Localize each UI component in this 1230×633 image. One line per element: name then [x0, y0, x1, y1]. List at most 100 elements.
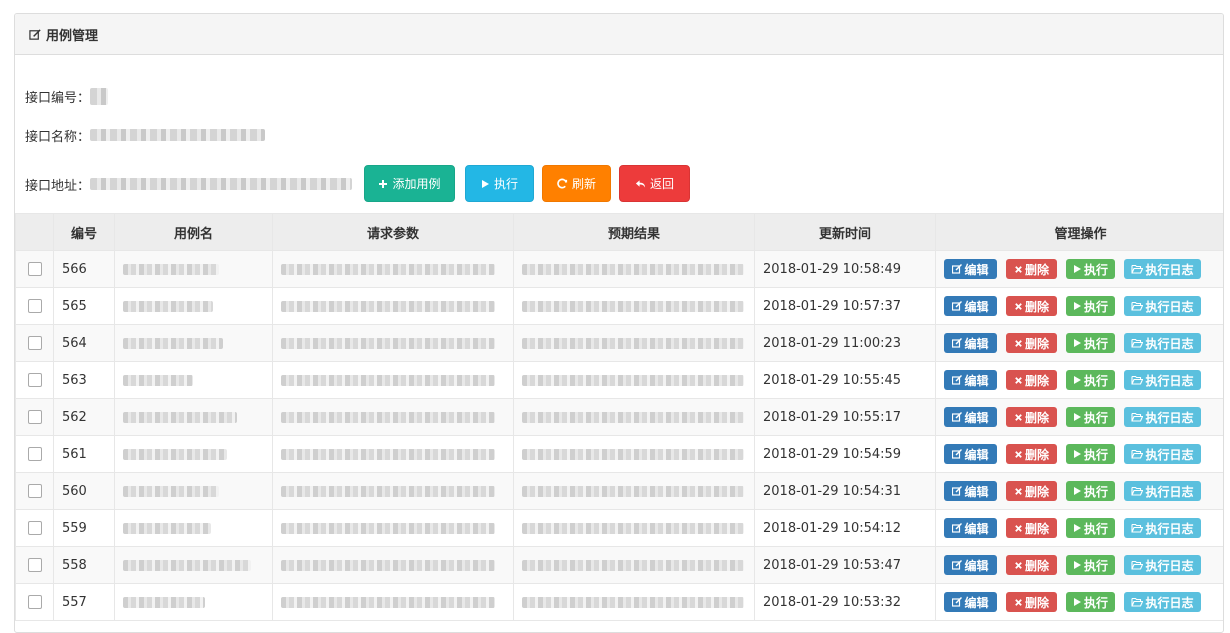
run-case-button[interactable]: 执行 — [1066, 259, 1115, 279]
run-case-button[interactable]: 执行 — [1066, 481, 1115, 501]
run-log-button[interactable]: 执行日志 — [1124, 370, 1201, 390]
delete-button[interactable]: 删除 — [1006, 518, 1057, 538]
run-case-button[interactable]: 执行 — [1066, 407, 1115, 427]
table-header-row: 编号 用例名 请求参数 预期结果 更新时间 管理操作 — [15, 213, 1223, 251]
actions-cell: 编辑 删除 执行 执行日志 — [935, 324, 1223, 362]
run-case-button[interactable]: 执行 — [1066, 555, 1115, 575]
run-button[interactable]: 执行 — [465, 165, 534, 202]
play-icon — [1073, 523, 1082, 533]
actions-cell: 编辑 删除 执行 执行日志 — [935, 509, 1223, 547]
run-case-button[interactable]: 执行 — [1066, 592, 1115, 612]
edit-button[interactable]: 编辑 — [944, 333, 997, 353]
table-row: 561 2018-01-29 10:54:59 编辑 删除 执行 执行日志 — [15, 435, 1223, 473]
run-log-label: 执行日志 — [1145, 484, 1194, 499]
row-checkbox-cell — [15, 398, 54, 436]
delete-label: 删除 — [1024, 262, 1049, 277]
interface-url-value — [90, 178, 353, 190]
panel-header: 用例管理 — [15, 14, 1223, 55]
delete-button[interactable]: 删除 — [1006, 407, 1057, 427]
case-name-value — [123, 411, 237, 423]
run-case-button[interactable]: 执行 — [1066, 444, 1115, 464]
row-checkbox[interactable] — [27, 484, 42, 498]
run-log-button[interactable]: 执行日志 — [1124, 555, 1201, 575]
row-checkbox[interactable] — [27, 262, 42, 276]
delete-button[interactable]: 删除 — [1006, 555, 1057, 575]
row-checkbox[interactable] — [27, 521, 42, 535]
run-log-button[interactable]: 执行日志 — [1124, 481, 1201, 501]
request-params-value — [281, 559, 495, 571]
row-checkbox[interactable] — [27, 373, 42, 387]
run-case-label: 执行 — [1083, 595, 1108, 610]
edit-label: 编辑 — [964, 373, 989, 388]
edit-label: 编辑 — [964, 447, 989, 462]
row-checkbox-cell — [15, 546, 54, 584]
run-case-button[interactable]: 执行 — [1066, 296, 1115, 316]
edit-button[interactable]: 编辑 — [944, 370, 997, 390]
edit-label: 编辑 — [964, 262, 989, 277]
delete-button[interactable]: 删除 — [1006, 481, 1057, 501]
delete-button[interactable]: 删除 — [1006, 296, 1057, 316]
run-log-button[interactable]: 执行日志 — [1124, 592, 1201, 612]
edit-button[interactable]: 编辑 — [944, 518, 997, 538]
edit-button[interactable]: 编辑 — [944, 444, 997, 464]
expected-result-cell — [513, 250, 755, 288]
row-checkbox[interactable] — [27, 299, 42, 313]
header-actions: 管理操作 — [935, 213, 1223, 251]
run-case-button[interactable]: 执行 — [1066, 370, 1115, 390]
run-case-button[interactable]: 执行 — [1066, 333, 1115, 353]
row-checkbox[interactable] — [27, 558, 42, 572]
back-button[interactable]: 返回 — [619, 165, 690, 202]
add-case-button[interactable]: 添加用例 — [364, 165, 455, 202]
case-name-value — [123, 596, 205, 608]
request-params-value — [281, 448, 495, 460]
run-log-button[interactable]: 执行日志 — [1124, 444, 1201, 464]
case-name-value — [123, 300, 213, 312]
case-id: 563 — [53, 361, 115, 399]
folder-open-icon — [1131, 301, 1144, 311]
select-all-header — [15, 213, 54, 251]
expected-result-cell — [513, 583, 755, 621]
run-case-button[interactable]: 执行 — [1066, 518, 1115, 538]
refresh-button[interactable]: 刷新 — [542, 165, 611, 202]
run-log-button[interactable]: 执行日志 — [1124, 407, 1201, 427]
run-case-label: 执行 — [1083, 558, 1108, 573]
expected-result-cell — [513, 472, 755, 510]
folder-open-icon — [1131, 597, 1144, 607]
row-checkbox[interactable] — [27, 447, 42, 461]
folder-open-icon — [1131, 449, 1144, 459]
edit-button[interactable]: 编辑 — [944, 481, 997, 501]
run-log-button[interactable]: 执行日志 — [1124, 296, 1201, 316]
run-case-label: 执行 — [1083, 484, 1108, 499]
row-checkbox[interactable] — [27, 595, 42, 609]
add-case-label: 添加用例 — [392, 177, 441, 191]
case-name-cell — [114, 287, 273, 325]
case-id: 559 — [53, 509, 115, 547]
delete-button[interactable]: 删除 — [1006, 333, 1057, 353]
delete-button[interactable]: 删除 — [1006, 444, 1057, 464]
run-log-button[interactable]: 执行日志 — [1124, 333, 1201, 353]
run-log-label: 执行日志 — [1145, 595, 1194, 610]
edit-button[interactable]: 编辑 — [944, 296, 997, 316]
edit-button[interactable]: 编辑 — [944, 592, 997, 612]
case-name-cell — [114, 398, 273, 436]
run-log-button[interactable]: 执行日志 — [1124, 518, 1201, 538]
row-checkbox-cell — [15, 361, 54, 399]
folder-open-icon — [1131, 338, 1144, 348]
delete-label: 删除 — [1024, 521, 1049, 536]
run-log-button[interactable]: 执行日志 — [1124, 259, 1201, 279]
folder-open-icon — [1131, 486, 1144, 496]
delete-button[interactable]: 删除 — [1006, 259, 1057, 279]
expected-result-value — [522, 559, 744, 571]
edit-button[interactable]: 编辑 — [944, 555, 997, 575]
edit-button[interactable]: 编辑 — [944, 259, 997, 279]
edit-button[interactable]: 编辑 — [944, 407, 997, 427]
expected-result-cell — [513, 398, 755, 436]
row-checkbox-cell — [15, 324, 54, 362]
table-row: 562 2018-01-29 10:55:17 编辑 删除 执行 执行日志 — [15, 398, 1223, 436]
interface-url-label: 接口地址： — [25, 178, 91, 194]
row-checkbox[interactable] — [27, 336, 42, 350]
row-checkbox[interactable] — [27, 410, 42, 424]
delete-button[interactable]: 删除 — [1006, 592, 1057, 612]
case-name-value — [123, 485, 219, 497]
delete-button[interactable]: 删除 — [1006, 370, 1057, 390]
